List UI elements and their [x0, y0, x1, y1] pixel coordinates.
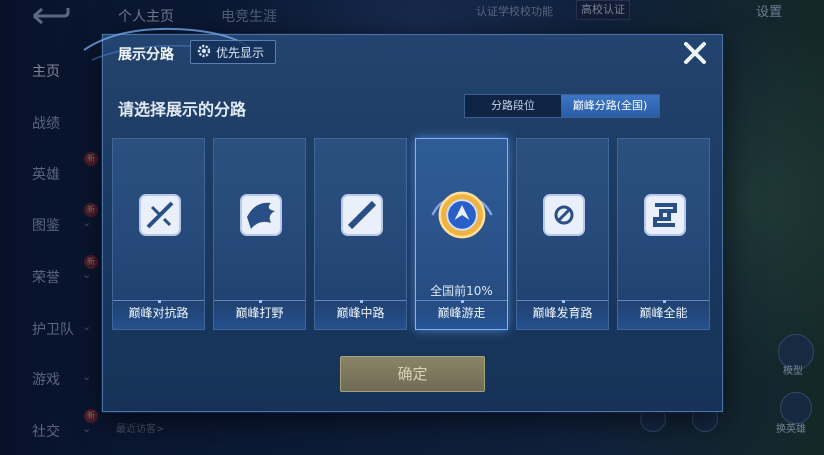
segment-lane-rank[interactable]: 分路段位	[465, 95, 561, 117]
dragon-jungle-icon	[240, 194, 282, 236]
lane-card-name: 巅峰全能	[639, 306, 688, 320]
segment-control: 分路段位 巅峰分路(全国)	[464, 94, 660, 118]
confirm-button[interactable]: 确定	[340, 356, 485, 392]
lane-card-name: 巅峰发育路	[532, 306, 593, 320]
card-tick	[461, 300, 464, 303]
lane-card-0[interactable]: 巅峰对抗路	[112, 138, 205, 330]
gear-icon	[197, 44, 211, 58]
card-tick	[360, 300, 363, 303]
lane-card-name: 巅峰中路	[336, 306, 385, 320]
segment-peak-lane-national[interactable]: 巅峰分路(全国)	[561, 95, 659, 117]
priority-display-label: 优先显示	[216, 46, 265, 60]
card-tick	[562, 300, 565, 303]
lane-card-name: 巅峰对抗路	[128, 306, 189, 320]
lane-card-2[interactable]: 巅峰中路	[314, 138, 407, 330]
dialog-subtitle: 请选择展示的分路	[118, 100, 247, 119]
sword-lane-icon	[139, 194, 181, 236]
lane-card-1[interactable]: 巅峰打野	[213, 138, 306, 330]
roam-emblem-icon	[431, 191, 493, 239]
close-icon[interactable]	[680, 38, 710, 68]
dialog-title: 展示分路	[118, 47, 174, 63]
rank-label: 全国前10%	[430, 284, 493, 298]
lane-card-5[interactable]: 巅峰全能	[617, 138, 710, 330]
card-tick	[663, 300, 666, 303]
mid-lane-icon	[341, 194, 383, 236]
lane-card-name: 巅峰游走	[437, 306, 486, 320]
lane-card-3[interactable]: 全国前10% 巅峰游走	[415, 138, 508, 330]
all-round-icon	[644, 194, 686, 236]
bottom-lane-icon	[543, 194, 585, 236]
priority-display-button[interactable]: 优先显示	[190, 40, 276, 64]
card-tick	[158, 300, 161, 303]
lane-card-name: 巅峰打野	[235, 306, 284, 320]
lane-card-4[interactable]: 巅峰发育路	[516, 138, 609, 330]
card-tick	[259, 300, 262, 303]
